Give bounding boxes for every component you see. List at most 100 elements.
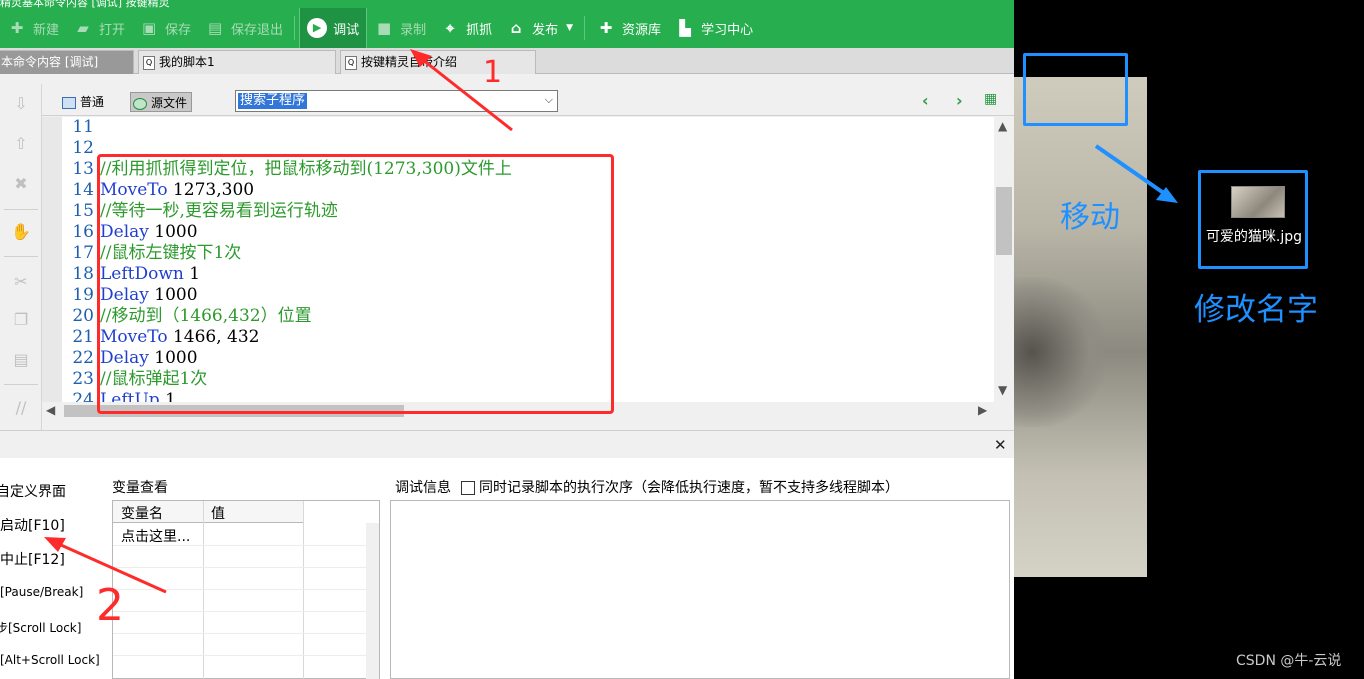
row-line (113, 611, 379, 612)
column-line (303, 501, 304, 679)
hand-icon[interactable]: ✋ (11, 222, 31, 242)
step-button[interactable]: 步[Scroll Lock] (0, 619, 81, 636)
wallpaper-photo (1014, 77, 1147, 577)
new-label: 新建 (33, 22, 60, 38)
move-down-icon[interactable]: ⇩ (11, 94, 31, 114)
tab-label: 我的脚本1 (159, 55, 215, 69)
delete-icon[interactable]: ✖ (11, 174, 31, 194)
learning-center-button[interactable]: ▙ 学习中心 (668, 8, 760, 48)
editor-mode-bar: 普通 源文件 搜索子程序 ⌵ ‹ › ▦ (42, 88, 1014, 116)
line-number: 12 (72, 138, 94, 158)
tab-intro[interactable]: Q 按键精灵自带介绍 (340, 50, 536, 74)
file-name-label[interactable]: 可爱的猫咪.jpg (1205, 228, 1303, 247)
code-line[interactable]: 11 (62, 117, 994, 138)
subroutine-search-select[interactable]: 搜索子程序 ⌵ (235, 90, 558, 112)
pause-button[interactable]: [Pause/Break] (0, 585, 83, 599)
line-number: 11 (72, 117, 94, 137)
line-number: 16 (72, 222, 94, 242)
tab-label: 本命令内容 [调试] (1, 55, 99, 69)
scrollbar-thumb[interactable] (996, 187, 1012, 255)
row-line (113, 655, 379, 656)
add-variable-row[interactable]: 点击这里... (121, 526, 190, 546)
save-exit-label: 保存退出 (231, 22, 284, 38)
dropdown-arrow-icon[interactable]: ▼ (566, 23, 573, 33)
debug-button[interactable]: ▶ 调试 (299, 8, 368, 48)
open-button[interactable]: ▰ 打开 (66, 8, 132, 48)
variable-table-scrollbar[interactable] (366, 523, 379, 679)
watermark: CSDN @牛-云说 (1236, 653, 1342, 669)
col-value-header: 值 (211, 506, 225, 522)
layout-grid-icon[interactable]: ▦ (984, 91, 997, 107)
scroll-right-icon[interactable]: ▶ (978, 403, 987, 417)
tab-gap (0, 74, 1014, 84)
window-title: 精灵基本命令内容 [调试] 按键精灵 (0, 0, 170, 8)
source-mode-button[interactable]: 源文件 (130, 92, 193, 112)
row-line (113, 633, 379, 634)
tab-my-script[interactable]: Q 我的脚本1 (138, 50, 336, 74)
save-button[interactable]: ▣ 保存 (132, 8, 198, 48)
record-order-checkbox[interactable] (461, 481, 475, 495)
copy-icon[interactable]: ❐ (11, 310, 31, 330)
paste-icon[interactable]: ▤ (11, 350, 31, 370)
custom-ui-item[interactable]: 自定义界面 (0, 481, 66, 501)
script-file-icon: Q (143, 55, 155, 70)
stop-button[interactable]: 中止[F12] (0, 549, 65, 569)
learning-label: 学习中心 (701, 22, 754, 38)
vertical-scrollbar[interactable]: ▲ ▼ (994, 117, 1014, 402)
floppy-icon: ▣ (141, 19, 157, 37)
alt-step-button[interactable]: [Alt+Scroll Lock] (0, 653, 100, 667)
line-number: 23 (72, 369, 94, 389)
line-number: 19 (72, 285, 94, 305)
normal-mode-button[interactable]: 普通 (60, 92, 108, 112)
save-exit-button[interactable]: ▤ 保存退出 (198, 8, 290, 48)
line-number: 14 (72, 180, 94, 200)
chevron-down-icon[interactable]: ⌵ (545, 93, 553, 107)
next-arrow-icon[interactable]: › (956, 91, 963, 110)
start-button[interactable]: 启动[F10] (0, 515, 65, 535)
file-icon-highlight (1198, 170, 1308, 269)
line-number: 17 (72, 243, 94, 263)
source-mode-label: 源文件 (151, 96, 188, 110)
tab-label: 按键精灵自带介绍 (361, 55, 458, 69)
move-up-icon[interactable]: ⇧ (11, 134, 31, 154)
play-icon: ▶ (307, 18, 328, 38)
row-line (113, 567, 379, 568)
new-button[interactable]: ✚ 新建 (0, 8, 66, 48)
divider (4, 384, 38, 385)
main-toolbar: ✚ 新建 ▰ 打开 ▣ 保存 ▤ 保存退出 ▶ 调试 ■ 录制 ⌖ 抓抓 ⌂ 发布 ▼ ✚ 资源库 … (0, 8, 1014, 48)
save-label: 保存 (165, 22, 192, 38)
scroll-left-icon[interactable]: ◀ (46, 403, 55, 417)
normal-view-icon (62, 96, 76, 109)
comment-icon[interactable]: // (11, 398, 31, 418)
close-icon[interactable]: ✕ (994, 436, 1007, 454)
line-number: 13 (72, 159, 94, 179)
resources-label: 资源库 (622, 22, 662, 38)
prev-arrow-icon[interactable]: ‹ (922, 91, 929, 110)
scroll-down-icon[interactable]: ▼ (998, 383, 1007, 397)
code-highlight-box (97, 154, 614, 414)
publish-icon: ⌂ (510, 19, 522, 37)
toolbar-divider (294, 16, 296, 40)
divider (4, 256, 38, 257)
grab-button[interactable]: ⌖ 抓抓 (433, 8, 499, 48)
cut-icon[interactable]: ✂ (11, 272, 31, 292)
tab-debug-content[interactable]: 本命令内容 [调试] (0, 50, 134, 74)
document-tabs: 本命令内容 [调试] Q 我的脚本1 Q 按键精灵自带介绍 (0, 48, 1014, 74)
scroll-up-icon[interactable]: ▲ (998, 119, 1007, 133)
grab-icon: ⌖ (445, 19, 455, 37)
resources-button[interactable]: ✚ 资源库 (589, 8, 668, 48)
line-number: 20 (72, 306, 94, 326)
plus-icon: ✚ (10, 19, 24, 37)
image-file-icon[interactable] (1231, 186, 1285, 218)
source-view-icon (133, 97, 147, 110)
subroutine-search-value: 搜索子程序 (238, 93, 308, 109)
editor-side-toolbar: ⇩ ⇧ ✖ ✋ ✂ ❐ ▤ // (0, 84, 42, 430)
line-number: 15 (72, 201, 94, 221)
toolbar-divider (584, 16, 586, 40)
publish-button[interactable]: ⌂ 发布 ▼ (499, 8, 580, 48)
record-label: 录制 (400, 22, 427, 38)
record-button[interactable]: ■ 录制 (367, 8, 433, 48)
save-exit-icon: ▤ (207, 19, 223, 37)
variable-table[interactable]: 变量名 值 点击这里... (112, 500, 380, 679)
debug-output[interactable] (390, 500, 1010, 679)
